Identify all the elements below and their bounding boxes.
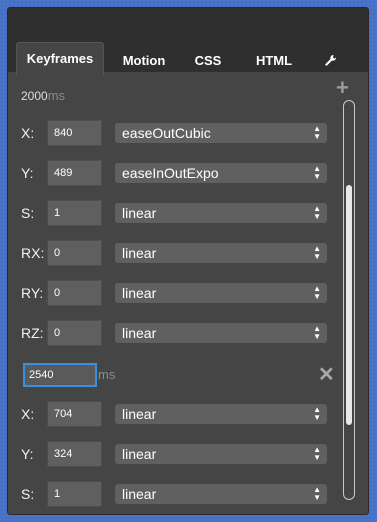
property-label: RX:	[21, 245, 45, 261]
select-arrows-icon: ▲ ▼	[313, 324, 321, 341]
tab-motion[interactable]: Motion	[112, 48, 176, 74]
scrollbar-thumb[interactable]	[346, 185, 352, 425]
easing-select[interactable]: linear ▲ ▼	[115, 404, 327, 424]
scrollbar[interactable]	[343, 100, 355, 500]
select-arrows-icon: ▲ ▼	[313, 485, 321, 502]
time-unit: ms	[98, 367, 116, 382]
wrench-icon[interactable]	[318, 48, 342, 74]
keyframes-panel: Keyframes Motion CSS HTML + 2000ms X: 84…	[7, 7, 369, 515]
keyframe-time-input[interactable]: 2540	[23, 363, 97, 387]
close-icon[interactable]: ✕	[318, 363, 335, 387]
select-arrows-icon: ▲ ▼	[313, 204, 321, 221]
easing-select[interactable]: linear ▲ ▼	[115, 484, 327, 504]
easing-select[interactable]: linear ▲ ▼	[115, 243, 327, 263]
tab-css[interactable]: CSS	[188, 48, 228, 74]
property-label: RZ:	[21, 325, 44, 341]
select-arrows-icon: ▲ ▼	[313, 244, 321, 261]
value-input[interactable]: 704	[47, 401, 102, 427]
easing-select[interactable]: easeInOutExpo ▲ ▼	[115, 163, 327, 183]
plus-icon[interactable]: +	[336, 77, 349, 99]
easing-select[interactable]: linear ▲ ▼	[115, 323, 327, 343]
keyframe-time-value: 2000	[21, 89, 48, 103]
value-input[interactable]: 0	[47, 240, 102, 266]
value-input[interactable]: 840	[47, 120, 102, 146]
property-label: X:	[21, 125, 35, 141]
tab-html[interactable]: HTML	[248, 48, 300, 74]
value-input[interactable]: 0	[47, 280, 102, 306]
value-input[interactable]: 1	[47, 481, 102, 507]
easing-select[interactable]: easeOutCubic ▲ ▼	[115, 123, 327, 143]
property-label: S:	[21, 205, 35, 221]
select-arrows-icon: ▲ ▼	[313, 445, 321, 462]
easing-select[interactable]: linear ▲ ▼	[115, 203, 327, 223]
property-label: S:	[21, 486, 35, 502]
property-label: Y:	[21, 446, 34, 462]
select-arrows-icon: ▲ ▼	[313, 284, 321, 301]
value-input[interactable]: 1	[47, 200, 102, 226]
select-arrows-icon: ▲ ▼	[313, 164, 321, 181]
value-input[interactable]: 489	[47, 160, 102, 186]
select-arrows-icon: ▲ ▼	[313, 124, 321, 141]
property-label: RY:	[21, 285, 44, 301]
tab-keyframes[interactable]: Keyframes	[16, 42, 104, 75]
time-unit: ms	[47, 88, 66, 103]
property-label: Y:	[21, 165, 34, 181]
easing-select[interactable]: linear ▲ ▼	[115, 283, 327, 303]
value-input[interactable]: 324	[47, 441, 102, 467]
property-label: X:	[21, 406, 35, 422]
select-arrows-icon: ▲ ▼	[313, 405, 321, 422]
value-input[interactable]: 0	[47, 320, 102, 346]
easing-select[interactable]: linear ▲ ▼	[115, 444, 327, 464]
